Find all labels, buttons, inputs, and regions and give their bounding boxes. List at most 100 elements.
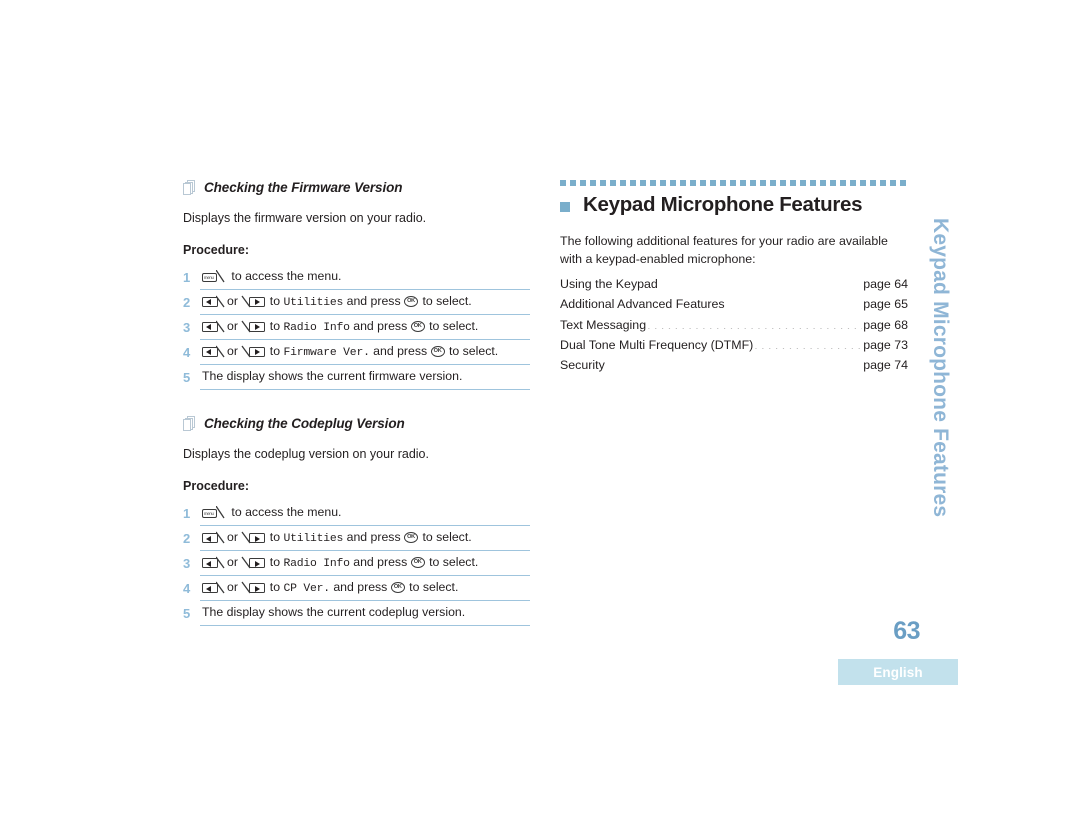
menu-item-name: CP Ver. <box>283 582 330 595</box>
step-label: to <box>266 554 284 569</box>
step-number: 3 <box>183 319 191 335</box>
dot-leader <box>726 296 863 308</box>
step-label: or <box>227 554 242 569</box>
toc-entry-page: page 68 <box>863 317 908 332</box>
stacked-pages-icon <box>183 416 196 432</box>
step-text: or to Utilities and press OK to select. <box>200 525 530 552</box>
step-number: 1 <box>183 506 191 521</box>
left-arrow-key-icon <box>202 295 227 308</box>
table-row: 1 menu to access the menu. <box>183 265 530 291</box>
chapter-side-tab: Keypad Microphone Features <box>912 218 958 518</box>
step-number: 2 <box>183 294 191 310</box>
left-arrow-key-icon <box>202 320 227 333</box>
dashed-rule-decoration <box>560 180 908 186</box>
dot-leader <box>606 357 862 369</box>
step-text: The display shows the current firmware v… <box>200 364 530 391</box>
right-column: Keypad Microphone Features The following… <box>560 180 908 375</box>
step-text: or to Utilities and press OK to select. <box>200 289 530 316</box>
page-number: 63 <box>893 617 920 645</box>
step-label: to select. <box>425 554 479 569</box>
step-text: The display shows the current codeplug v… <box>200 600 530 627</box>
step-label: to access the menu. <box>231 269 342 284</box>
table-row: 5 The display shows the current codeplug… <box>183 600 530 627</box>
step-label: and press <box>349 318 411 333</box>
step-number: 5 <box>183 605 191 621</box>
language-badge-label: English <box>873 664 923 680</box>
menu-item-name: Utilities <box>283 296 344 309</box>
section-codeplug-version: Checking the Codeplug Version Displays t… <box>183 416 533 627</box>
chapter-heading: Keypad Microphone Features <box>560 193 908 217</box>
step-text: or to CP Ver. and press OK to select. <box>200 575 530 602</box>
toc-entry-page: page 64 <box>863 277 908 292</box>
menu-item-name: Utilities <box>283 532 344 545</box>
step-label: to select. <box>405 579 459 594</box>
table-row: 3 or to Radio Info and press OK to selec… <box>183 550 530 577</box>
step-text: or to Radio Info and press OK to select. <box>200 550 530 577</box>
procedure-table: 1 menu to access the menu. 2 or to Utili… <box>183 265 530 391</box>
step-label: to <box>266 293 284 308</box>
ok-key-icon: OK <box>404 531 419 544</box>
menu-item-name: Radio Info <box>283 321 350 334</box>
left-column: Checking the Firmware Version Displays t… <box>183 180 533 652</box>
step-number: 2 <box>183 530 191 546</box>
table-row: 2 or to Utilities and press OK to select… <box>183 525 530 552</box>
step-label: or <box>227 293 242 308</box>
list-item[interactable]: Security page 74 <box>560 355 908 375</box>
ok-key-icon: OK <box>390 581 406 594</box>
table-of-contents: Using the Keypad page 64 Additional Adva… <box>560 274 908 375</box>
procedure-label: Procedure: <box>183 243 249 258</box>
section-heading: Checking the Firmware Version <box>183 180 533 195</box>
table-row: 1 menu to access the menu. <box>183 501 530 527</box>
ok-key-icon: OK <box>410 556 426 569</box>
toc-entry-title: Text Messaging <box>560 317 647 332</box>
step-label: to select. <box>419 529 472 544</box>
section-description: Displays the codeplug version on your ra… <box>183 447 429 462</box>
list-item[interactable]: Dual Tone Multi Frequency (DTMF) page 73 <box>560 335 908 355</box>
menu-item-name: Firmware Ver. <box>283 346 370 359</box>
procedure-label: Procedure: <box>183 479 249 494</box>
ok-key-icon: OK <box>430 345 446 358</box>
table-row: 3 or to Radio Info and press OK to selec… <box>183 314 530 341</box>
section-title: Checking the Codeplug Version <box>204 416 405 432</box>
step-text: or to Firmware Ver. and press OK to sele… <box>200 339 530 366</box>
left-arrow-key-icon <box>202 345 227 358</box>
table-row: 4 or to Firmware Ver. and press OK to se… <box>183 339 530 366</box>
toc-entry-page: page 65 <box>863 297 908 312</box>
section-title: Checking the Firmware Version <box>204 180 403 195</box>
step-label: to <box>266 318 284 333</box>
step-label: or <box>227 529 242 544</box>
list-item[interactable]: Additional Advanced Features page 65 <box>560 294 908 314</box>
manual-page: Checking the Firmware Version Displays t… <box>0 0 1080 834</box>
section-heading: Checking the Codeplug Version <box>183 416 533 432</box>
list-item[interactable]: Text Messaging page 68 <box>560 315 908 335</box>
step-label: and press <box>329 579 391 594</box>
step-label: and press <box>369 343 431 358</box>
left-arrow-key-icon <box>202 556 227 569</box>
intro-text: The following additional features for yo… <box>560 234 888 266</box>
right-arrow-key-icon <box>241 556 266 569</box>
right-arrow-key-icon <box>241 581 266 594</box>
ok-key-icon: OK <box>404 295 419 308</box>
list-item[interactable]: Using the Keypad page 64 <box>560 274 908 294</box>
stacked-pages-icon <box>183 180 196 195</box>
step-label: to select. <box>445 343 499 358</box>
menu-item-name: Radio Info <box>283 557 350 570</box>
dot-leader <box>647 316 862 328</box>
toc-entry-title: Using the Keypad <box>560 277 658 292</box>
left-arrow-key-icon <box>202 531 227 544</box>
table-row: 4 or to CP Ver. and press OK to select. <box>183 575 530 602</box>
dot-leader <box>659 276 862 288</box>
step-label: or <box>227 579 242 594</box>
step-label: to <box>266 343 284 358</box>
step-label: to select. <box>419 293 472 308</box>
toc-entry-page: page 74 <box>863 358 908 373</box>
step-label: and press <box>343 293 405 308</box>
step-label: to select. <box>425 318 479 333</box>
page-title: Keypad Microphone Features <box>583 193 863 216</box>
step-number: 4 <box>183 580 191 596</box>
toc-entry-page: page 73 <box>863 337 908 352</box>
toc-entry-title: Dual Tone Multi Frequency (DTMF) <box>560 337 754 352</box>
step-number: 1 <box>183 269 191 285</box>
step-text: menu to access the menu. <box>200 501 530 527</box>
toc-entry-title: Security <box>560 358 605 373</box>
